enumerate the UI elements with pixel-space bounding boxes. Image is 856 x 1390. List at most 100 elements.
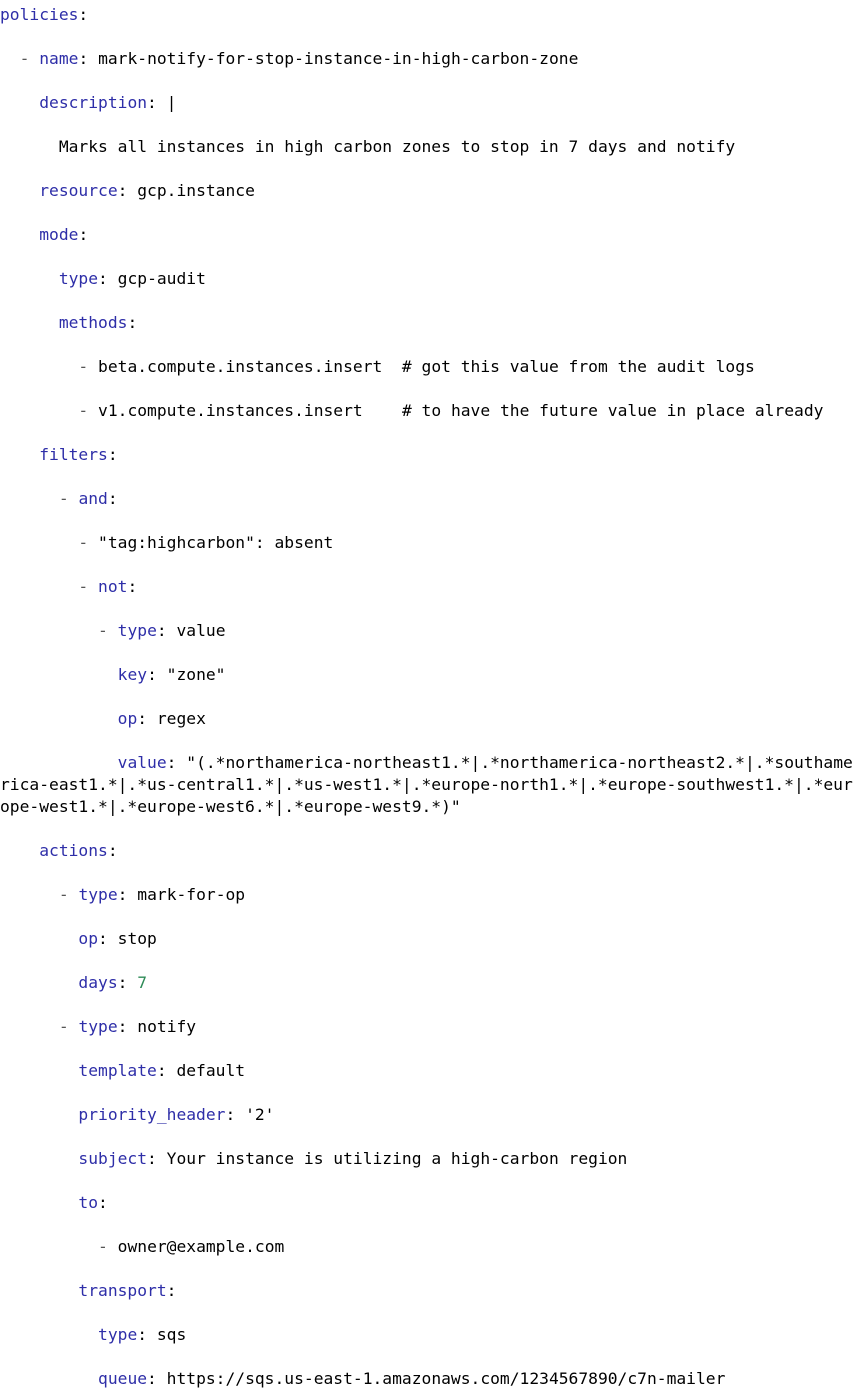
code-token-dash: -: [78, 577, 89, 596]
code-token-dash: -: [19, 49, 30, 68]
code-line: actions:: [0, 840, 856, 862]
code-token-num: 7: [137, 973, 148, 992]
code-line: subject: Your instance is utilizing a hi…: [0, 1148, 856, 1170]
code-token-key: policies: [0, 5, 79, 24]
code-token-key: days: [78, 973, 118, 992]
code-line: filters:: [0, 444, 856, 466]
code-token-plain: v1.compute.instances.insert: [98, 401, 363, 420]
code-line: resource: gcp.instance: [0, 180, 856, 202]
code-line: transport:: [0, 1280, 856, 1302]
code-line: op: regex: [0, 708, 856, 730]
code-line: value: "(.*northamerica-northeast1.*|.*n…: [0, 752, 856, 818]
code-token-key: name: [39, 49, 79, 68]
code-line: to:: [0, 1192, 856, 1214]
code-token-punct: :: [127, 577, 138, 596]
code-token-punct: :: [98, 269, 118, 288]
code-token-punct: :: [117, 181, 138, 200]
code-token-key: queue: [98, 1369, 148, 1388]
code-token-key: op: [78, 929, 99, 948]
code-token-punct: :: [225, 1105, 246, 1124]
code-token-dash: -: [58, 885, 69, 904]
code-token-punct: :: [156, 621, 177, 640]
code-token-dash: -: [78, 357, 89, 376]
code-token-dash: -: [78, 401, 89, 420]
code-line: - type: mark-for-op: [0, 884, 856, 906]
code-token-plain: stop: [117, 929, 157, 948]
code-token-comment: # to have the future value in place alre…: [401, 401, 824, 420]
code-token-punct: :: [117, 1017, 138, 1036]
code-token-punct: :: [147, 93, 167, 112]
code-token-key: and: [78, 489, 108, 508]
code-line: queue: https://sqs.us-east-1.amazonaws.c…: [0, 1368, 856, 1390]
code-token-punct: :: [254, 533, 275, 552]
code-line: - owner@example.com: [0, 1236, 856, 1258]
code-token-plain: mark-notify-for-stop-instance-in-high-ca…: [98, 49, 579, 68]
code-token-plain: gcp.instance: [137, 181, 255, 200]
code-token-string: "tag:highcarbon": [98, 533, 255, 552]
code-token-key: subject: [78, 1149, 148, 1168]
code-token-plain: owner@example.com: [117, 1237, 285, 1256]
code-line: priority_header: '2': [0, 1104, 856, 1126]
code-line: - name: mark-notify-for-stop-instance-in…: [0, 48, 856, 70]
code-token-punct: :: [127, 313, 138, 332]
code-token-plain: default: [176, 1061, 246, 1080]
code-token-plain: beta.compute.instances.insert: [98, 357, 383, 376]
code-token-punct: :: [98, 1193, 108, 1212]
code-token-plain: regex: [156, 709, 206, 728]
code-token-plain: notify: [137, 1017, 197, 1036]
code-token-punct: :: [137, 1325, 157, 1344]
code-token-plain: https://sqs.us-east-1.amazonaws.com/1234…: [166, 1369, 726, 1388]
code-token-key: actions: [39, 841, 108, 860]
code-token-plain: Your instance is utilizing a high-carbon…: [166, 1149, 628, 1168]
code-token-punct: :: [107, 489, 118, 508]
code-token-plain: |: [166, 93, 177, 112]
code-token-string: "zone": [166, 665, 226, 684]
code-token-punct: :: [78, 49, 99, 68]
code-token-key: type: [117, 621, 157, 640]
code-line: - "tag:highcarbon": absent: [0, 532, 856, 554]
code-line: op: stop: [0, 928, 856, 950]
code-token-key: op: [117, 709, 138, 728]
code-token-key: type: [78, 1017, 118, 1036]
code-token-key: transport: [78, 1281, 167, 1300]
code-line: - type: value: [0, 620, 856, 642]
code-token-punct: :: [107, 445, 118, 464]
code-token-punct: :: [117, 973, 138, 992]
code-line: - beta.compute.instances.insert # got th…: [0, 356, 856, 378]
code-token-key: type: [78, 885, 118, 904]
yaml-code-block[interactable]: policies: - name: mark-notify-for-stop-i…: [0, 4, 856, 1390]
code-token-dash: -: [98, 621, 108, 640]
code-token-punct: :: [147, 1369, 167, 1388]
code-line: - v1.compute.instances.insert # to have …: [0, 400, 856, 422]
code-line: methods:: [0, 312, 856, 334]
code-token-comment: # got this value from the audit logs: [401, 357, 755, 376]
code-token-key: type: [98, 1325, 138, 1344]
code-token-punct: :: [147, 1149, 167, 1168]
code-token-punct: :: [147, 665, 167, 684]
code-token-dash: -: [58, 489, 69, 508]
code-token-plain: gcp-audit: [117, 269, 206, 288]
code-token-key: resource: [39, 181, 118, 200]
